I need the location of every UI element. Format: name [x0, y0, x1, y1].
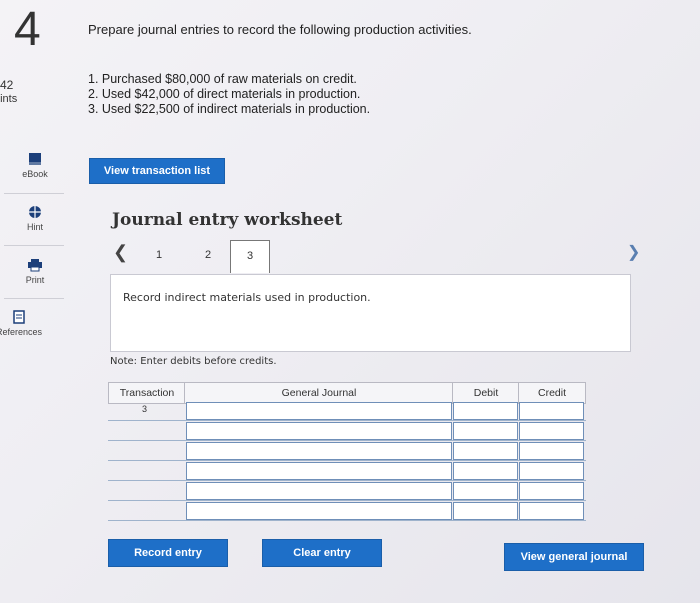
step-tab-3[interactable]: 3	[230, 240, 270, 273]
debit-input[interactable]	[453, 482, 518, 500]
globe-icon	[29, 206, 41, 218]
book-icon	[29, 153, 41, 165]
sidebar-item-label: eBook	[22, 169, 48, 179]
points-value: 42	[0, 78, 14, 92]
view-general-journal-button[interactable]: View general journal	[504, 543, 644, 571]
task-item: 3. Used $22,500 of indirect materials in…	[88, 102, 371, 116]
column-header-debit: Debit	[452, 382, 520, 404]
general-journal-input[interactable]	[186, 462, 452, 480]
printer-icon	[28, 259, 42, 272]
general-journal-input[interactable]	[186, 482, 452, 500]
chevron-left-icon[interactable]: ❮	[113, 242, 128, 263]
record-entry-button[interactable]: Record entry	[108, 539, 228, 567]
rail-divider	[4, 193, 64, 194]
chevron-right-icon[interactable]: ❯	[627, 242, 640, 262]
debit-input[interactable]	[453, 442, 518, 460]
general-journal-input[interactable]	[186, 442, 452, 460]
column-header-general-journal: General Journal	[184, 382, 454, 404]
table-row	[108, 422, 586, 441]
credit-input[interactable]	[519, 502, 584, 520]
instruction-panel: Record indirect materials used in produc…	[110, 274, 631, 352]
instruction-text: Record indirect materials used in produc…	[123, 291, 371, 304]
debit-input[interactable]	[453, 422, 518, 440]
credit-input[interactable]	[519, 402, 584, 420]
sidebar-item-references[interactable]: References	[0, 310, 66, 337]
sidebar-item-ebook[interactable]: eBook	[0, 152, 70, 179]
sidebar-item-label: References	[0, 327, 43, 337]
table-row: 3	[108, 402, 586, 421]
credit-input[interactable]	[519, 482, 584, 500]
entry-note: Note: Enter debits before credits.	[110, 356, 277, 367]
sidebar-item-print[interactable]: Print	[0, 258, 70, 285]
task-item: 1. Purchased $80,000 of raw materials on…	[88, 72, 357, 86]
table-row	[108, 482, 586, 501]
table-row	[108, 462, 586, 481]
table-row	[108, 442, 586, 461]
general-journal-input[interactable]	[186, 502, 452, 520]
question-number: 4	[14, 3, 41, 56]
step-tab-2[interactable]: 2	[193, 240, 223, 270]
sidebar-item-label: Print	[25, 275, 45, 285]
column-header-transaction: Transaction	[108, 382, 186, 404]
debit-input[interactable]	[453, 462, 518, 480]
left-rail: 4 42 oints eBook Hint Print References	[0, 0, 70, 603]
document-icon	[13, 310, 25, 324]
task-list: 1. Purchased $80,000 of raw materials on…	[88, 72, 370, 117]
clear-entry-button[interactable]: Clear entry	[262, 539, 382, 567]
debit-input[interactable]	[453, 402, 518, 420]
step-tab-1[interactable]: 1	[144, 240, 174, 270]
sidebar-item-label: Hint	[26, 222, 43, 232]
task-item: 2. Used $42,000 of direct materials in p…	[88, 87, 361, 101]
debit-input[interactable]	[453, 502, 518, 520]
transaction-number: 3	[142, 404, 148, 414]
question-prompt: Prepare journal entries to record the fo…	[88, 22, 472, 37]
rail-divider	[4, 298, 64, 299]
general-journal-input[interactable]	[186, 422, 452, 440]
credit-input[interactable]	[519, 462, 584, 480]
rail-divider	[4, 245, 64, 246]
column-header-credit: Credit	[518, 382, 586, 404]
view-transaction-list-button[interactable]: View transaction list	[89, 158, 225, 184]
credit-input[interactable]	[519, 442, 584, 460]
points-display: 42 oints	[0, 78, 17, 106]
table-row	[108, 502, 586, 521]
general-journal-input[interactable]	[186, 402, 452, 420]
points-label: oints	[0, 93, 18, 105]
worksheet-title: Journal entry worksheet	[112, 210, 343, 230]
credit-input[interactable]	[519, 422, 584, 440]
sidebar-item-hint[interactable]: Hint	[0, 205, 70, 232]
